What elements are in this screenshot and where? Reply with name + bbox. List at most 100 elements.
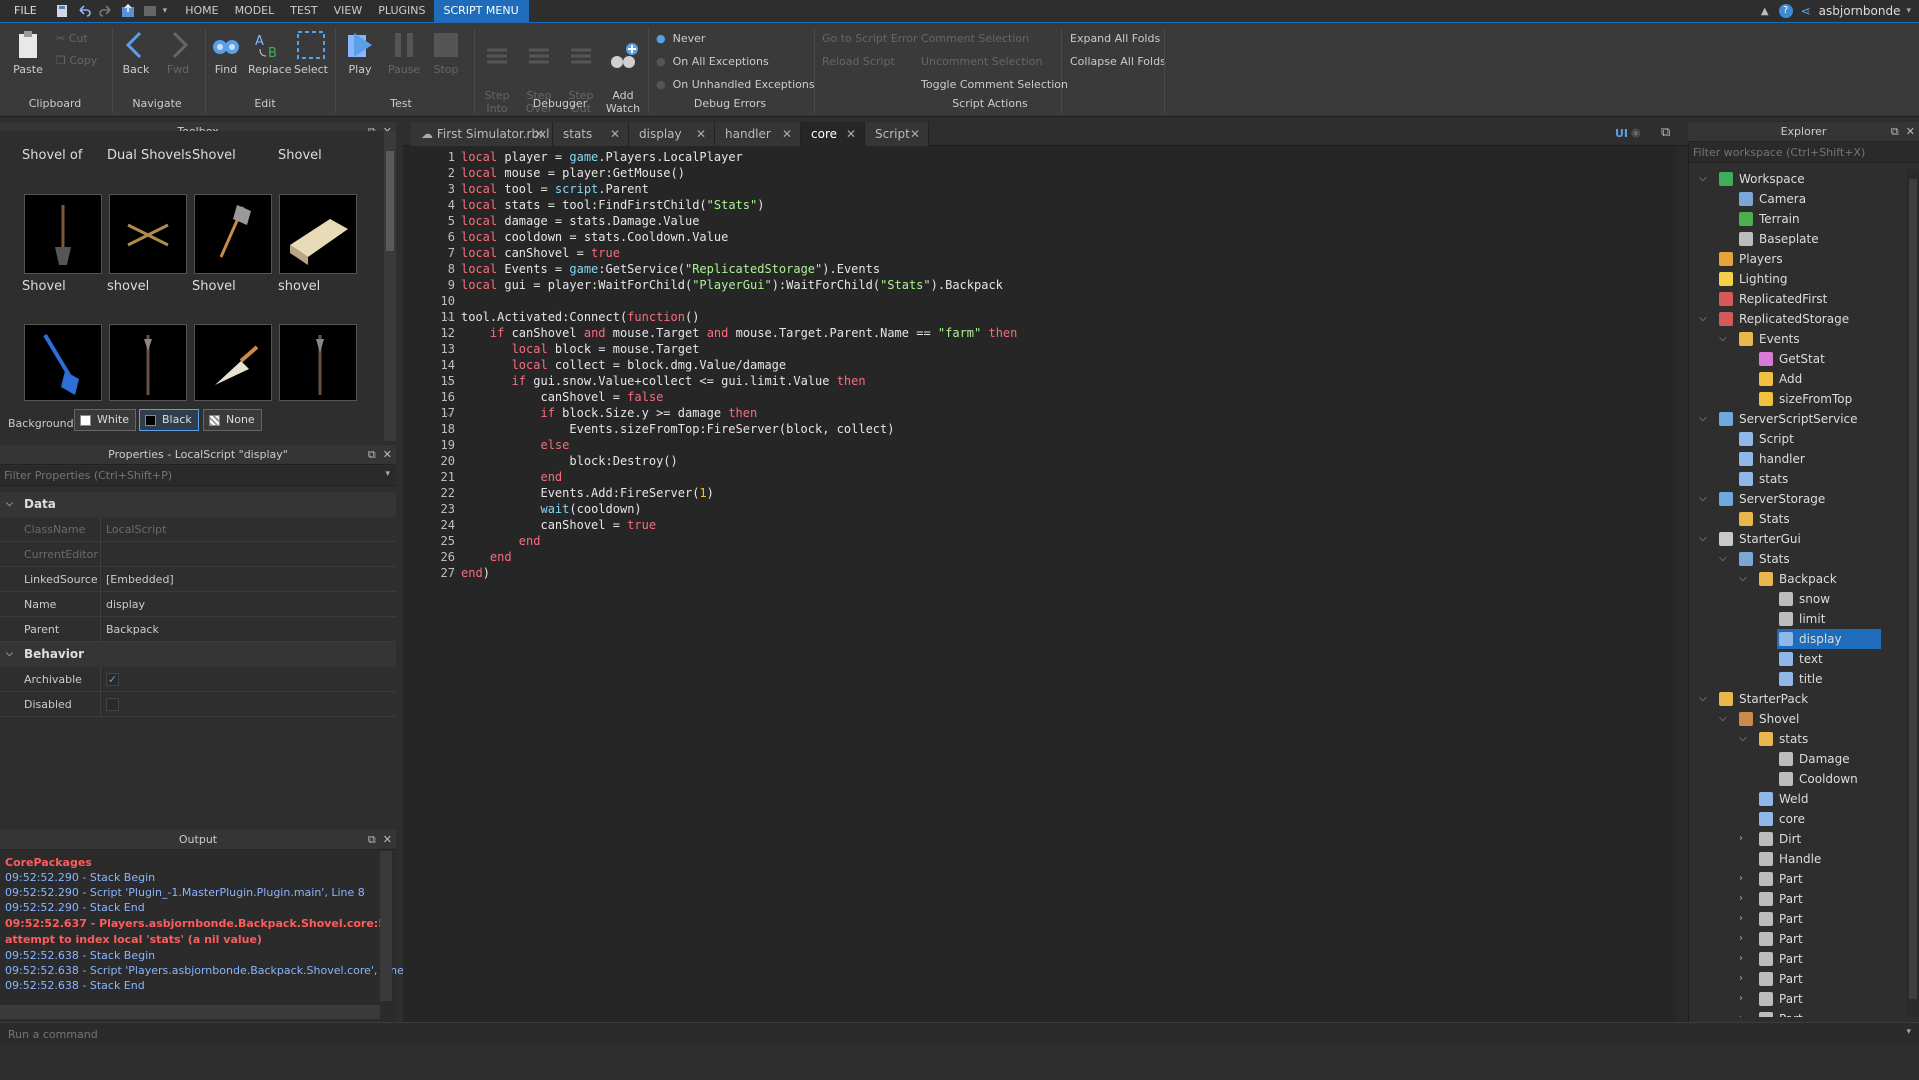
toolbox-item-label[interactable]: Shovel [22,279,66,294]
explorer-item[interactable]: Events [1739,329,1800,349]
redo-icon[interactable] [98,4,113,18]
quick-access-dropdown-icon[interactable]: ▾ [163,6,168,16]
debug-all-exceptions-radio[interactable]: ● On All Exceptions [656,55,769,68]
explorer-item[interactable]: sizeFromTop [1759,389,1852,409]
explorer-item[interactable]: Baseplate [1739,229,1819,249]
reload-script-button[interactable]: Reload Script [822,55,895,68]
collapse-ribbon-icon[interactable]: ▲ [1761,6,1769,17]
close-tab-icon[interactable]: ✕ [782,122,792,146]
code-line[interactable]: local mouse = player:GetMouse() [461,166,685,180]
code-line[interactable]: block:Destroy() [461,454,677,468]
collapse-all-folds-button[interactable]: Collapse All Folds [1070,55,1166,68]
explorer-item[interactable]: Players [1719,249,1783,269]
chevron-down-icon[interactable]: ⌵ [1699,309,1707,329]
explorer-item[interactable]: snow [1779,589,1830,609]
code-line[interactable]: local Events = game:GetService("Replicat… [461,262,880,276]
find-button[interactable]: Find [208,29,244,76]
explorer-item[interactable]: Part [1759,889,1803,909]
code-line[interactable]: local damage = stats.Damage.Value [461,214,699,228]
code-line[interactable]: end [461,550,512,564]
explorer-item[interactable]: ServerStorage [1719,489,1825,509]
fold-chevron-icon[interactable]: ⌵ [445,328,453,339]
close-tab-icon[interactable]: ✕ [910,122,920,146]
explorer-item[interactable]: Shovel [1739,709,1799,729]
step-into-button[interactable]: Step Into [479,29,515,115]
chevron-down-icon[interactable]: ⌵ [1719,709,1727,729]
explorer-item[interactable]: Cooldown [1779,769,1858,789]
explorer-item[interactable]: Part [1759,869,1803,889]
user-dropdown-icon[interactable]: ▾ [1906,6,1911,16]
code-line[interactable]: local player = game.Players.LocalPlayer [461,150,743,164]
code-line[interactable]: wait(cooldown) [461,502,641,516]
share-icon[interactable]: ⋖ [1801,4,1811,18]
chevron-down-icon[interactable]: ⌵ [1699,169,1707,189]
tab-first-simulator[interactable]: ☁ First Simulator.rbxl ✕ [411,122,553,146]
forward-button[interactable]: Fwd [160,29,196,76]
explorer-item[interactable]: Stats [1739,509,1790,529]
code-line[interactable]: local tool = script.Parent [461,182,649,196]
toolbox-scrollbar[interactable] [384,131,396,441]
explorer-item[interactable]: stats [1739,469,1788,489]
property-row-linkedsource[interactable]: LinkedSource [Embedded] [0,567,396,592]
select-button[interactable]: Select [293,29,329,76]
explorer-item[interactable]: core [1759,809,1805,829]
archivable-checkbox[interactable]: ✓ [106,673,119,686]
float-panel-icon[interactable]: ⧉ [1891,125,1899,138]
command-input[interactable] [8,1025,1888,1043]
filter-dropdown-icon[interactable]: ▾ [385,469,390,479]
explorer-item[interactable]: Add [1759,369,1802,389]
explorer-item[interactable]: Dirt [1759,829,1801,849]
explorer-item[interactable]: display [1779,629,1842,649]
code-line[interactable]: local canShovel = true [461,246,620,260]
toolbox-thumbnail[interactable] [279,324,357,401]
command-dropdown-icon[interactable]: ▾ [1906,1027,1911,1037]
chevron-down-icon[interactable]: ⌵ [1699,409,1707,429]
property-value[interactable]: [Embedded] [106,567,174,592]
code-line[interactable]: end) [461,566,490,580]
output-scrollbar[interactable] [380,851,392,1001]
chevron-down-icon[interactable]: ⌵ [1739,569,1747,589]
add-watch-button[interactable]: Add Watch [605,29,641,115]
background-white-button[interactable]: White [74,409,136,431]
explorer-item[interactable]: Part [1759,909,1803,929]
explorer-item[interactable]: Part [1759,1009,1803,1017]
explorer-item[interactable]: ReplicatedStorage [1719,309,1849,329]
explorer-item[interactable]: GetStat [1759,349,1825,369]
tab-script[interactable]: Script ✕ [865,122,929,146]
code-line[interactable]: local cooldown = stats.Cooldown.Value [461,230,728,244]
split-view-icon[interactable]: ⧉ [1661,125,1670,140]
tab-model[interactable]: MODEL [227,0,283,22]
explorer-item[interactable]: Backpack [1759,569,1837,589]
property-value[interactable]: display [106,592,145,617]
tab-home[interactable]: HOME [177,0,226,22]
data-category[interactable]: ⌵ Data [0,492,396,517]
background-black-button[interactable]: Black [139,409,199,431]
paste-button[interactable]: Paste [10,29,46,76]
property-row-archivable[interactable]: Archivable ✓ [0,667,396,692]
fold-chevron-icon[interactable]: ⌵ [445,312,453,323]
toolbox-thumbnail[interactable] [109,324,187,401]
tab-display[interactable]: display ✕ [629,122,715,146]
chevron-down-icon[interactable]: ⌵ [1699,489,1707,509]
tab-script-menu[interactable]: SCRIPT MENU [433,0,529,22]
chevron-right-icon[interactable]: › [1739,909,1743,929]
chevron-down-icon[interactable]: ⌵ [1719,549,1727,569]
chevron-right-icon[interactable]: › [1739,949,1743,969]
explorer-item[interactable]: title [1779,669,1822,689]
scroll-thumb[interactable] [386,151,394,251]
explorer-item[interactable]: Weld [1759,789,1809,809]
output-line[interactable]: 09:52:52.290 - Script 'Plugin_-1.MasterP… [5,886,365,899]
explorer-item[interactable]: ReplicatedFirst [1719,289,1827,309]
help-icon[interactable]: ? [1778,4,1793,18]
pause-button[interactable]: Pause [386,29,422,76]
chevron-right-icon[interactable]: › [1739,1009,1743,1017]
ui-toggle[interactable]: UI [1615,127,1628,140]
chevron-right-icon[interactable]: › [1739,989,1743,1009]
behavior-category[interactable]: ⌵ Behavior [0,642,396,667]
code-line[interactable]: Events.Add:FireServer(1) [461,486,713,500]
property-value[interactable]: Backpack [106,617,159,642]
play-button[interactable]: Play [342,29,378,76]
toolbox-item-label[interactable]: Dual Shovels [107,148,191,163]
close-tab-icon[interactable]: ✕ [534,122,544,146]
tab-view[interactable]: VIEW [326,0,371,22]
